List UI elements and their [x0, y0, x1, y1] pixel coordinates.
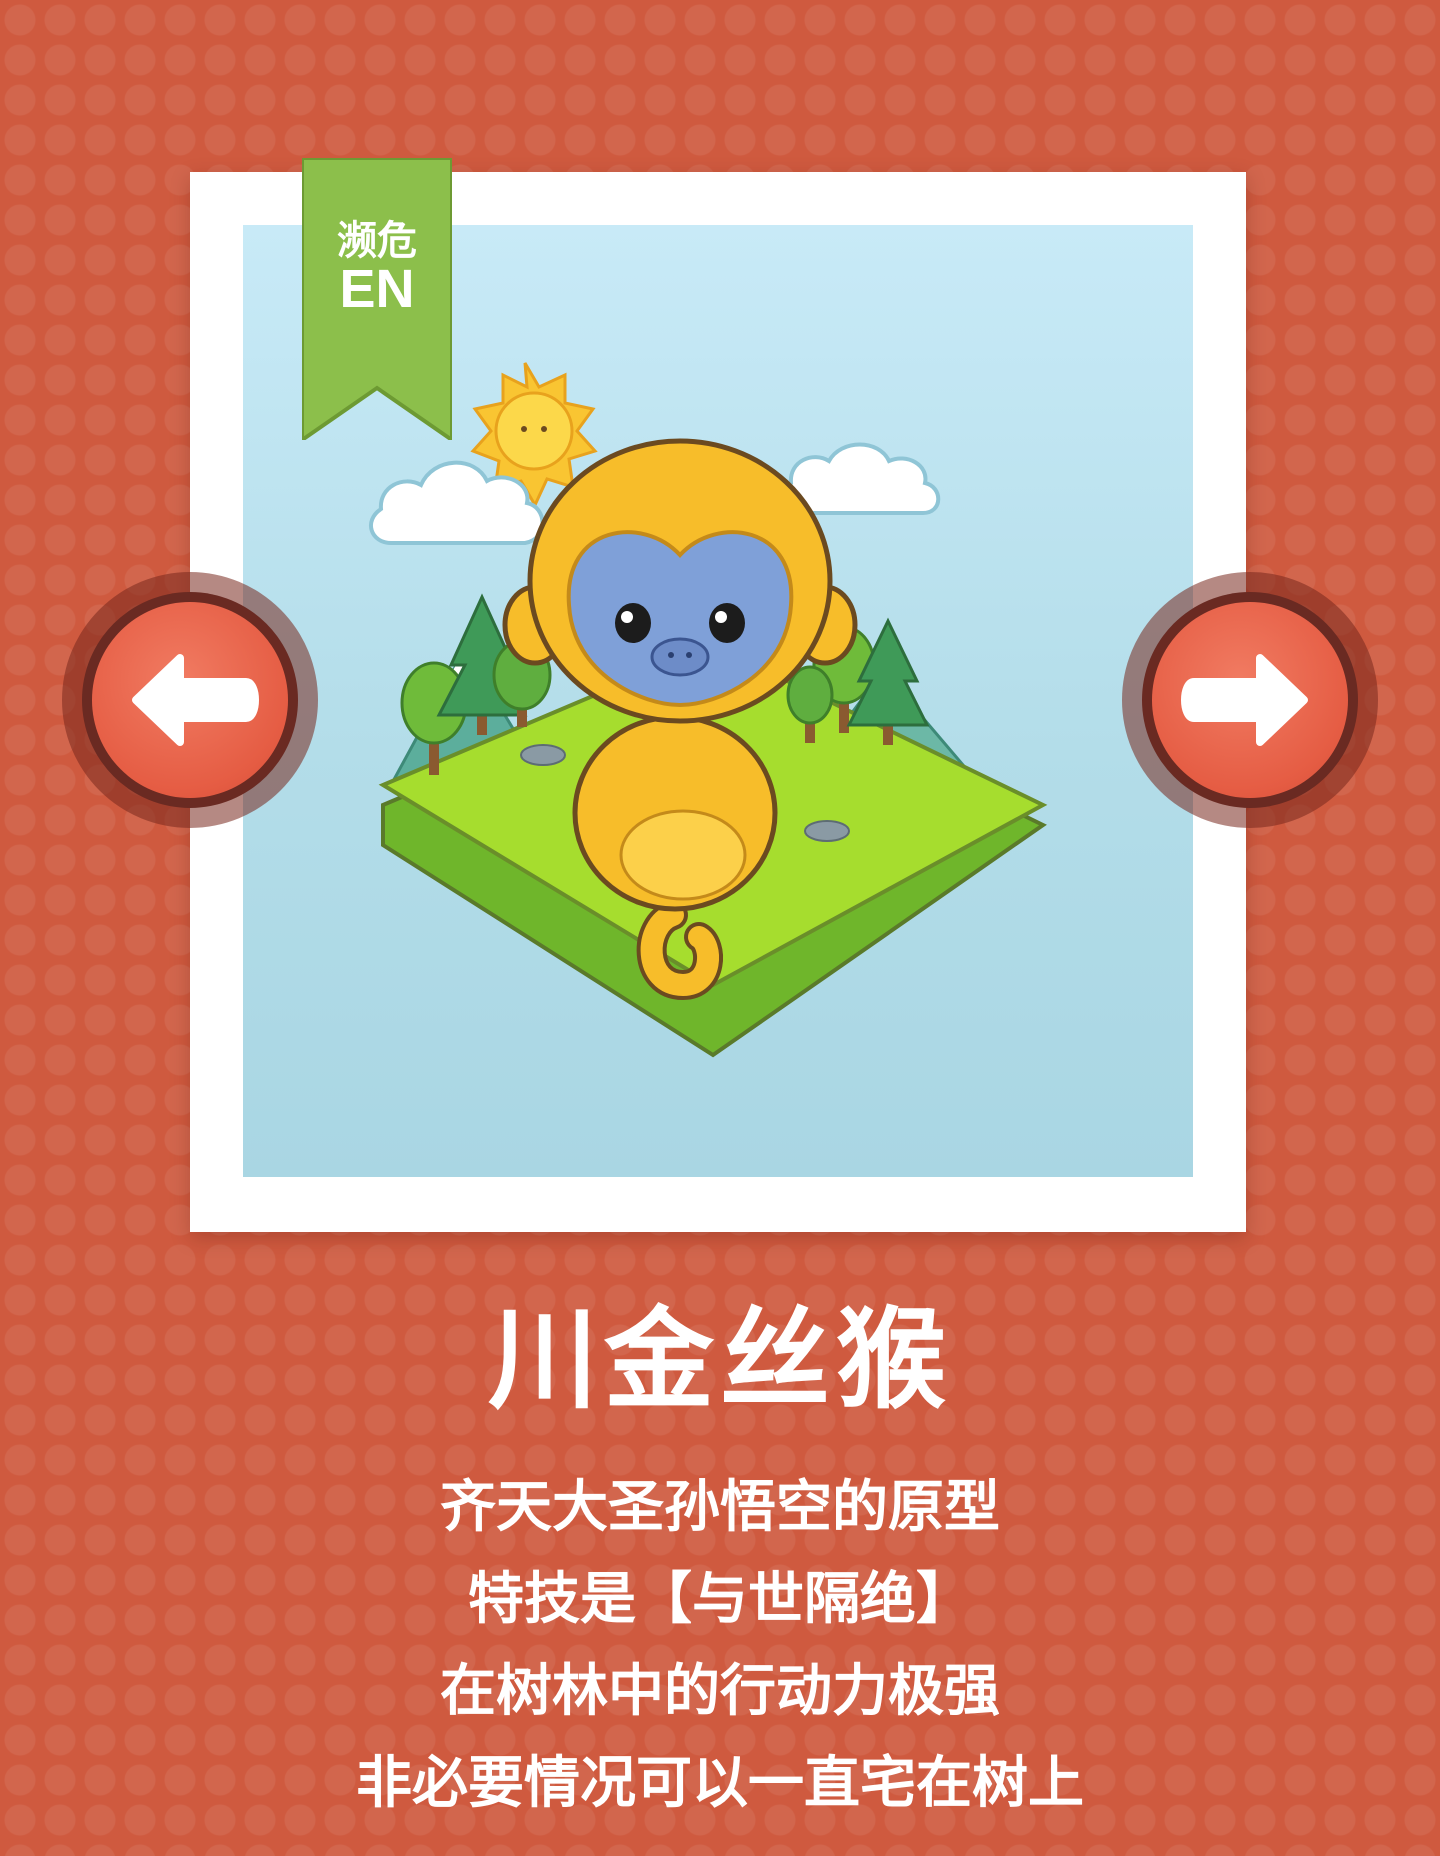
animal-name: 川金丝猴 [488, 1296, 952, 1424]
arrow-left-icon [132, 654, 259, 746]
status-code: EN [339, 259, 415, 319]
arrow-right-icon [1181, 654, 1308, 746]
description-line-4: 非必要情况可以一直宅在树上 [356, 1751, 1084, 1816]
conservation-status-ribbon: 濒危 EN [302, 158, 452, 440]
description-line-2: 特技是【与世隔绝】 [468, 1567, 972, 1632]
animal-description: 齐天大圣孙悟空的原型 特技是【与世隔绝】 在树林中的行动力极强 非必要情况可以一… [0, 1462, 1440, 1830]
description-line-3: 在树林中的行动力极强 [440, 1659, 1000, 1724]
previous-button[interactable] [62, 572, 318, 828]
description-line-1: 齐天大圣孙悟空的原型 [440, 1475, 1000, 1540]
next-button[interactable] [1122, 572, 1378, 828]
